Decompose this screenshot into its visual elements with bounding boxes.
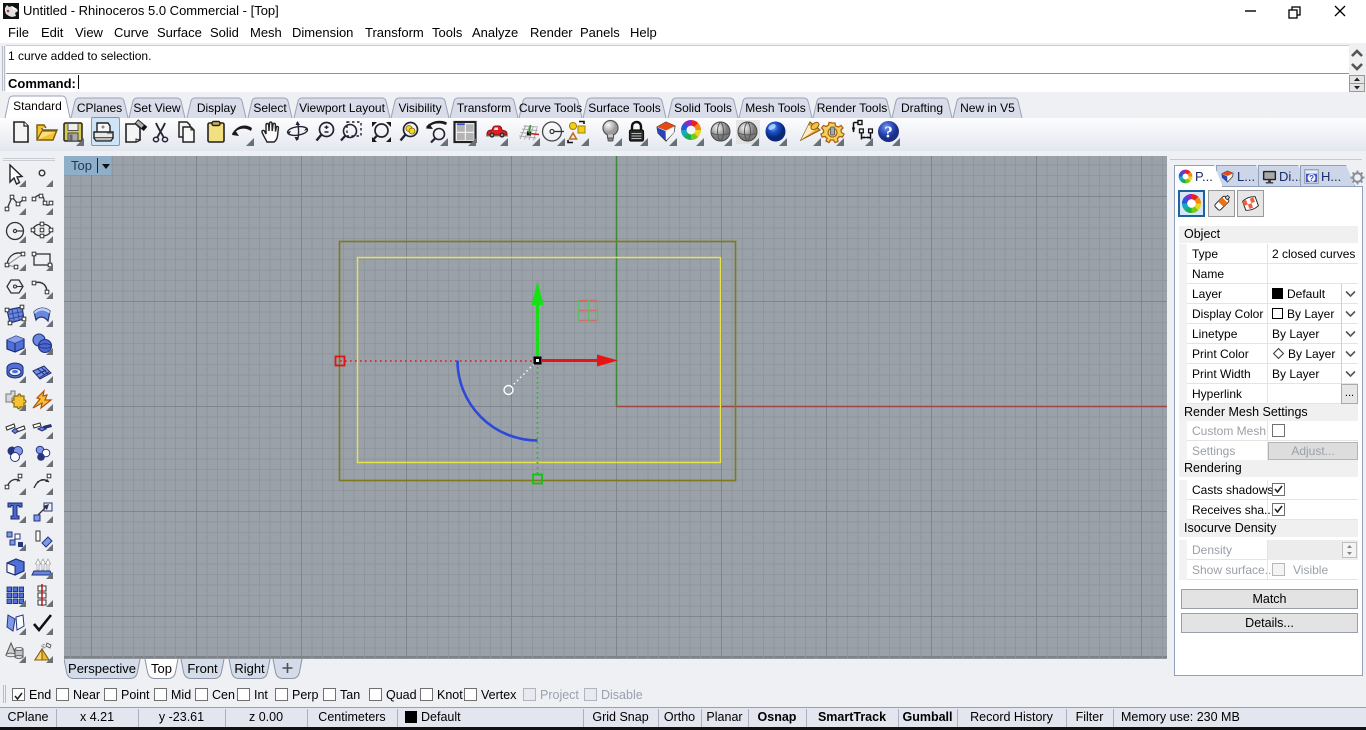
svg-text:Mesh Tools: Mesh Tools [745,101,805,115]
svg-text:Solid Tools: Solid Tools [674,101,732,115]
svg-text:Drafting: Drafting [901,101,943,115]
svg-text:Surface Tools: Surface Tools [588,101,661,115]
svg-text:CPlanes: CPlanes [77,101,122,115]
svg-text:Front: Front [187,661,218,676]
svg-text:Display: Display [197,101,236,115]
svg-text:Top: Top [151,661,172,676]
svg-text:Viewport Layout: Viewport Layout [299,101,386,115]
svg-text:Render Tools: Render Tools [817,101,888,115]
svg-text:Set View: Set View [133,101,180,115]
svg-text:Standard: Standard [13,99,62,113]
svg-text:Perspective: Perspective [68,661,136,676]
svg-text:Visibility: Visibility [398,101,441,115]
svg-text:?: ? [1309,174,1314,183]
svg-text:New in V5: New in V5 [960,101,1015,115]
svg-text:Transform: Transform [457,101,511,115]
svg-text:Curve Tools: Curve Tools [519,101,582,115]
svg-text:Right: Right [234,661,265,676]
svg-text:Select: Select [253,101,287,115]
